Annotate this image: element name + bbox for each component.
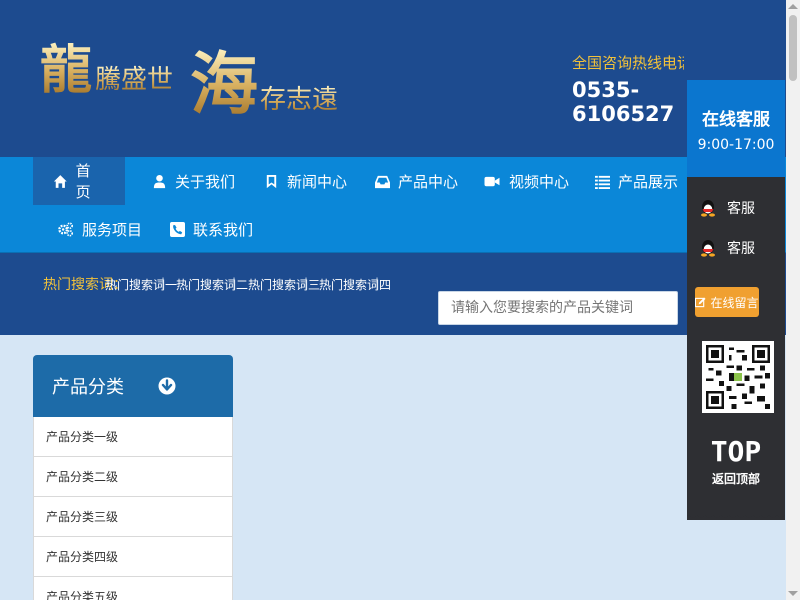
nav-item-label: 新闻中心 [287,172,348,191]
hotword-link[interactable]: 热门搜索词二 [176,276,248,293]
qq-icon [701,240,715,257]
svg-text:海: 海 [190,45,258,122]
hotword-separator: | [161,276,166,290]
nav-item-label: 联系我们 [193,220,254,239]
category-list: 产品分类一级 产品分类二级 产品分类三级 产品分类四级 产品分类五级 [33,417,233,600]
home-icon [53,174,67,188]
svg-text:存志遠: 存志遠 [260,85,338,115]
nav-item-label: 视频中心 [509,172,570,191]
category-item[interactable]: 产品分类一级 [33,417,233,457]
page-scrollbar[interactable] [786,0,800,600]
scallop-edge [687,512,785,518]
hotword-link[interactable]: 热门搜索词四 [319,276,391,293]
nav-item-news[interactable]: 新闻中心 [244,157,367,205]
scroll-up-arrow[interactable] [788,4,798,9]
nav-item-label: 服务项目 [82,220,143,239]
hotword-separator: | [304,276,309,290]
hotword-separator: | [375,276,380,290]
user-icon [153,174,166,188]
nav-item-label: 关于我们 [175,172,236,191]
scroll-down-arrow[interactable] [788,591,798,596]
nav-item-showcase[interactable]: 产品展示 [575,157,698,205]
category-item[interactable]: 产品分类二级 [33,457,233,497]
back-to-top-label: TOP [710,435,762,468]
qq-icon [701,200,715,217]
category-title: 产品分类 [52,377,124,398]
bookmark-icon [266,174,277,188]
nav-item-about[interactable]: 关于我们 [132,157,255,205]
qq-service-label: 客服 [727,201,755,217]
inbox-icon [375,175,390,188]
hotword-link[interactable]: 热门搜索词一 [105,276,177,293]
video-icon [484,176,500,186]
category-item[interactable]: 产品分类五级 [33,577,233,600]
message-button[interactable]: 在线留言 [695,287,759,317]
category-item[interactable]: 产品分类四级 [33,537,233,577]
nav-item-home[interactable]: 首页 [33,157,125,205]
nav-item-video[interactable]: 视频中心 [463,157,589,205]
nav-item-services[interactable]: 服务项目 [37,205,162,253]
nav-item-products[interactable]: 产品中心 [355,157,478,205]
nav-item-contact[interactable]: 联系我们 [150,205,273,253]
nav-item-label: 产品展示 [618,172,679,191]
qq-service-link[interactable]: 客服 [699,238,755,258]
nav-item-label: 首页 [75,162,91,201]
svg-text:騰盛世: 騰盛世 [95,65,173,95]
qr-code [702,341,774,413]
site-logo[interactable]: 龍 騰盛世 海 存志遠 [40,30,350,122]
qq-service-link[interactable]: 客服 [699,198,755,218]
arrow-circle-down-icon [158,377,176,395]
online-service-hours: 9:00-17:00 [697,137,775,153]
list-icon [595,175,610,189]
online-service-title: 在线客服 [702,110,770,130]
category-item[interactable]: 产品分类三级 [33,497,233,537]
gears-icon [58,221,73,237]
back-to-top-button[interactable]: TOP 返回顶部 [687,432,785,487]
svg-text:龍: 龍 [40,40,92,101]
message-button-label: 在线留言 [710,295,759,310]
online-service-header: 在线客服 9:00-17:00 [687,80,785,177]
hotword-separator: | [232,276,237,290]
hotline-phone: 0535-6106527 [572,78,675,126]
hotword-link[interactable]: 热门搜索词三 [248,276,320,293]
back-to-top-sub: 返回顶部 [711,472,760,486]
edit-icon [695,296,707,307]
category-header[interactable]: 产品分类 [33,355,233,417]
nav-item-label: 产品中心 [398,172,459,191]
hotline-label: 全国咨询热线电话号码： [572,54,684,72]
search-input[interactable] [438,291,678,325]
phone-icon [170,221,185,237]
scrollbar-thumb[interactable] [789,15,797,81]
qq-service-label: 客服 [727,241,755,257]
